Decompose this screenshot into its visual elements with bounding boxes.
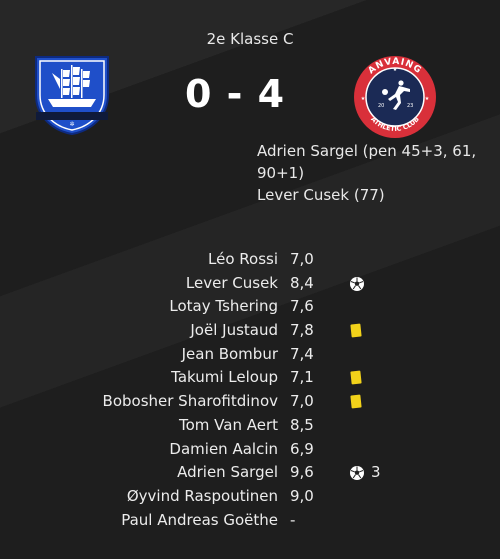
player-rating: 7,0	[290, 392, 314, 411]
player-row[interactable]: Damien Aalcin 6,9	[0, 438, 500, 462]
player-ratings-list: Léo Rossi 7,0 Lever Cusek 8,4 Lotay Tshe…	[0, 248, 500, 532]
away-team-crest[interactable]: ANVAING ATHLETIC CLUB 20 23 ★ ★ ★	[352, 54, 438, 140]
player-name: Adrien Sargel	[177, 463, 278, 482]
player-row[interactable]: Adrien Sargel 9,6 3	[0, 461, 500, 485]
svg-text:★: ★	[425, 96, 430, 102]
scorer-line: Adrien Sargel (pen 45+3, 61, 90+1)	[257, 142, 477, 182]
away-crest-year-right: 23	[407, 103, 413, 109]
player-rating: 7,0	[290, 250, 314, 268]
player-name: Lotay Tshering	[169, 297, 278, 316]
player-rating: 7,4	[290, 344, 314, 363]
goal-icon	[350, 276, 364, 291]
player-row[interactable]: Jean Bombur 7,4	[0, 343, 500, 367]
player-name: Takumi Leloup	[171, 368, 278, 387]
player-name: Øyvind Raspoutinen	[126, 486, 278, 505]
svg-text:★: ★	[361, 96, 366, 102]
player-rating: 8,5	[290, 415, 314, 434]
player-row[interactable]: Bobosher Sharofitdinov 7,0	[0, 390, 500, 414]
player-name: Léo Rossi	[208, 250, 278, 268]
away-crest-year-left: 20	[378, 103, 384, 109]
player-rating: 9,6	[290, 463, 314, 482]
player-row[interactable]: Lever Cusek 8,4	[0, 272, 500, 296]
goal-scorers: Adrien Sargel (pen 45+3, 61, 90+1) Lever…	[257, 140, 497, 206]
player-row[interactable]: Paul Andreas Goëthe -	[0, 509, 500, 533]
player-row[interactable]: Lotay Tshering 7,6	[0, 295, 500, 319]
player-name: Lever Cusek	[185, 273, 278, 292]
player-row[interactable]: Léo Rossi 7,0	[0, 248, 500, 272]
player-row[interactable]: Joël Justaud 7,8	[0, 319, 500, 343]
player-row[interactable]: Takumi Leloup 7,1	[0, 366, 500, 390]
player-name: Joël Justaud	[190, 321, 278, 340]
player-name: Bobosher Sharofitdinov	[102, 392, 278, 411]
yellow-card-icon	[350, 394, 362, 409]
player-row[interactable]: Øyvind Raspoutinen 9,0	[0, 485, 500, 509]
player-rating: 8,4	[290, 273, 314, 292]
player-name: Damien Aalcin	[169, 439, 278, 458]
player-rating: 6,9	[290, 439, 314, 458]
player-name: Jean Bombur	[181, 344, 278, 363]
player-rating: 9,0	[290, 486, 314, 505]
competition-title: 2e Klasse C	[206, 30, 294, 48]
home-team-crest[interactable]: ✲	[34, 55, 110, 135]
player-rating: -	[290, 510, 296, 529]
goal-icon	[350, 466, 364, 481]
player-name: Tom Van Aert	[178, 415, 278, 434]
player-rating: 7,6	[290, 297, 314, 316]
player-rating: 7,1	[290, 368, 314, 387]
svg-text:★: ★	[393, 67, 398, 73]
yellow-card-icon	[350, 370, 362, 385]
goal-count: 3	[371, 463, 381, 482]
player-rating: 7,8	[290, 321, 314, 340]
scorer-line: Lever Cusek (77)	[257, 186, 385, 204]
match-score: 0 - 4	[184, 72, 286, 116]
player-name: Paul Andreas Goëthe	[121, 510, 278, 529]
svg-text:✲: ✲	[69, 121, 74, 128]
player-row[interactable]: Tom Van Aert 8,5	[0, 414, 500, 438]
yellow-card-icon	[350, 323, 362, 338]
